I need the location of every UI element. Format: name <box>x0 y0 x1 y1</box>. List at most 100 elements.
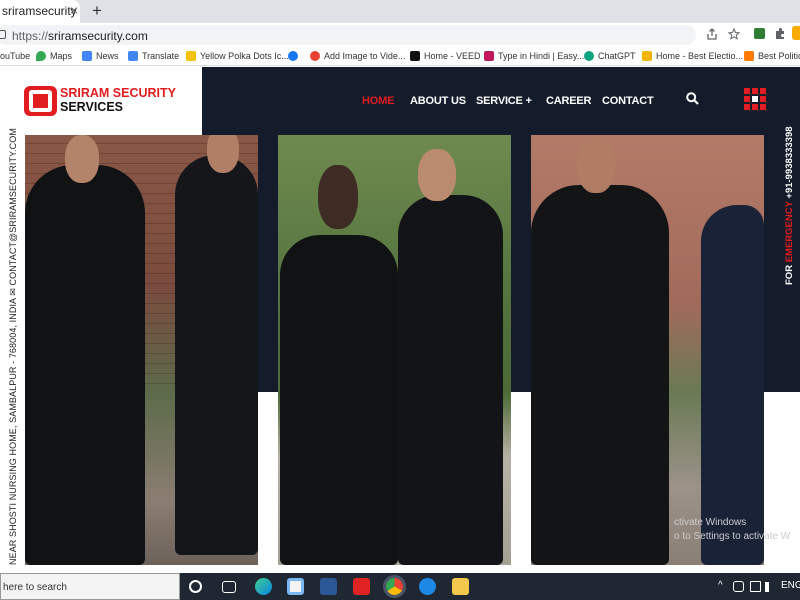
election-icon <box>642 51 652 61</box>
guard-figure <box>398 195 503 565</box>
extension-icon[interactable] <box>754 28 765 39</box>
logo-text: SRIRAM SECURITY SERVICES <box>60 86 176 114</box>
address-bar[interactable]: https://sriramsecurity.com <box>0 25 696 45</box>
network-icon[interactable] <box>750 581 761 592</box>
guard-figure <box>280 235 398 565</box>
menu-grid-icon[interactable] <box>744 88 766 110</box>
file-explorer-icon[interactable] <box>452 578 469 595</box>
taskbar-search-input[interactable]: here to search <box>0 573 180 600</box>
hero-photo-2 <box>278 135 511 565</box>
hero-photo-1 <box>25 135 258 565</box>
nav-service[interactable]: SERVICE + <box>476 95 532 107</box>
guard-figure <box>531 185 669 565</box>
emergency-text: FOR EMERGENCY +91-9938333398 <box>784 126 795 285</box>
url-domain: sriramsecurity.com <box>48 29 148 43</box>
bookmark-star-icon[interactable] <box>728 28 740 40</box>
bookmark-label: News <box>96 51 119 61</box>
bookmark-label: Yellow Polka Dots Ic... <box>200 51 289 61</box>
bookmark-add-image[interactable]: Add Image to Vide... <box>310 51 405 61</box>
edge-icon[interactable] <box>255 578 272 595</box>
political-icon <box>744 51 754 61</box>
bookmark-translate[interactable]: Translate <box>128 51 179 61</box>
bookmark-label: Translate <box>142 51 180 61</box>
guard-figure <box>701 205 764 565</box>
watermark-line2: o to Settings to activate W <box>674 531 791 542</box>
chrome-icon[interactable] <box>383 575 406 598</box>
profile-icon[interactable] <box>792 26 800 40</box>
bookmark-news[interactable]: News <box>82 51 119 61</box>
emergency-phone: +91-9938333398 <box>784 126 795 202</box>
new-tab-button[interactable]: + <box>92 1 102 21</box>
windows-taskbar: here to search ^ ENG <box>0 573 800 600</box>
add-image-icon <box>310 51 320 61</box>
store-icon[interactable] <box>287 578 304 595</box>
guard-head <box>577 137 615 193</box>
maps-icon <box>36 51 46 61</box>
bookmark-label: ChatGPT <box>598 51 636 61</box>
emergency-label: EMERGENCY <box>784 201 795 263</box>
tab-title: sriramsecurity <box>2 4 77 18</box>
cortana-icon[interactable] <box>189 580 202 593</box>
guard-head <box>318 165 358 229</box>
bookmark-veed[interactable]: Home - VEED <box>410 51 481 61</box>
bookmark-label: Type in Hindi | Easy... <box>498 51 585 61</box>
acrobat-icon[interactable] <box>353 578 370 595</box>
news-icon <box>82 51 92 61</box>
translate-icon <box>128 51 138 61</box>
polka-icon <box>186 51 196 61</box>
language-indicator[interactable]: ENG <box>781 580 800 591</box>
bookmark-maps[interactable]: Maps <box>36 51 72 61</box>
browser-tab[interactable]: sriramsecurity × <box>0 0 80 23</box>
bookmark-facebook[interactable] <box>288 51 302 61</box>
bookmarks-bar: ouTube Maps News Translate Yellow Polka … <box>0 46 800 66</box>
task-view-icon[interactable] <box>222 581 236 593</box>
volume-icon[interactable] <box>765 582 775 592</box>
logo-line2: SERVICES <box>60 100 123 114</box>
emergency-vertical[interactable]: FOR EMERGENCY +91-9938333398 <box>780 126 798 295</box>
nav-about[interactable]: ABOUT US <box>410 95 466 107</box>
logo-line1: SRIRAM SECURITY <box>60 86 176 100</box>
blue-app-icon[interactable] <box>419 578 436 595</box>
tab-close-icon[interactable]: × <box>70 2 78 18</box>
search-icon[interactable] <box>686 92 699 105</box>
guard-head <box>418 149 456 201</box>
bookmark-label: ouTube <box>0 51 31 61</box>
website-viewport: SRIRAM SECURITY SERVICES HOME ABOUT US S… <box>0 67 800 573</box>
lock-icon[interactable] <box>0 30 6 39</box>
guard-figure <box>175 155 258 555</box>
bookmark-label: Maps <box>50 51 73 61</box>
share-icon[interactable] <box>706 28 718 40</box>
nav-home[interactable]: HOME <box>362 95 394 107</box>
bookmark-youtube[interactable]: ouTube <box>0 51 30 61</box>
activate-windows-watermark: ctivate Windows o to Settings to activat… <box>674 516 790 544</box>
address-text: NEAR SHOSTI NURSING HOME, SAMBALPUR - 76… <box>8 128 18 565</box>
emergency-prefix: FOR <box>784 262 795 285</box>
logo-s-icon <box>24 86 57 116</box>
veed-icon <box>410 51 420 61</box>
chatgpt-icon <box>584 51 594 61</box>
bookmark-yellow-polka[interactable]: Yellow Polka Dots Ic... <box>186 51 289 61</box>
bookmark-best-election[interactable]: Home - Best Electio... <box>642 51 743 61</box>
nav-contact[interactable]: CONTACT <box>602 95 654 107</box>
watermark-line1: ctivate Windows <box>674 517 747 528</box>
bookmark-label: Home - VEED <box>424 51 481 61</box>
hindi-icon <box>484 51 494 61</box>
bookmark-label: Add Image to Vide... <box>324 51 406 61</box>
url-text[interactable]: https://sriramsecurity.com <box>12 29 148 43</box>
browser-tabstrip: sriramsecurity × + <box>0 0 800 23</box>
bookmark-chatgpt[interactable]: ChatGPT <box>584 51 636 61</box>
bookmark-best-political[interactable]: Best Political <box>744 51 800 61</box>
app-icon[interactable] <box>320 578 337 595</box>
bookmark-type-hindi[interactable]: Type in Hindi | Easy... <box>484 51 584 61</box>
address-bar-row: https://sriramsecurity.com <box>0 23 800 46</box>
bookmark-label: Best Political <box>758 51 800 61</box>
guard-head <box>65 135 99 183</box>
address-vertical: NEAR SHOSTI NURSING HOME, SAMBALPUR - 76… <box>0 128 18 573</box>
bookmark-label: Home - Best Electio... <box>656 51 744 61</box>
tray-app-icon[interactable] <box>733 581 744 592</box>
tray-overflow-icon[interactable]: ^ <box>718 580 723 591</box>
nav-career[interactable]: CAREER <box>546 95 591 107</box>
hero-photo-3 <box>531 135 764 565</box>
guard-figure <box>25 165 145 565</box>
puzzle-extensions-icon[interactable] <box>774 27 786 40</box>
